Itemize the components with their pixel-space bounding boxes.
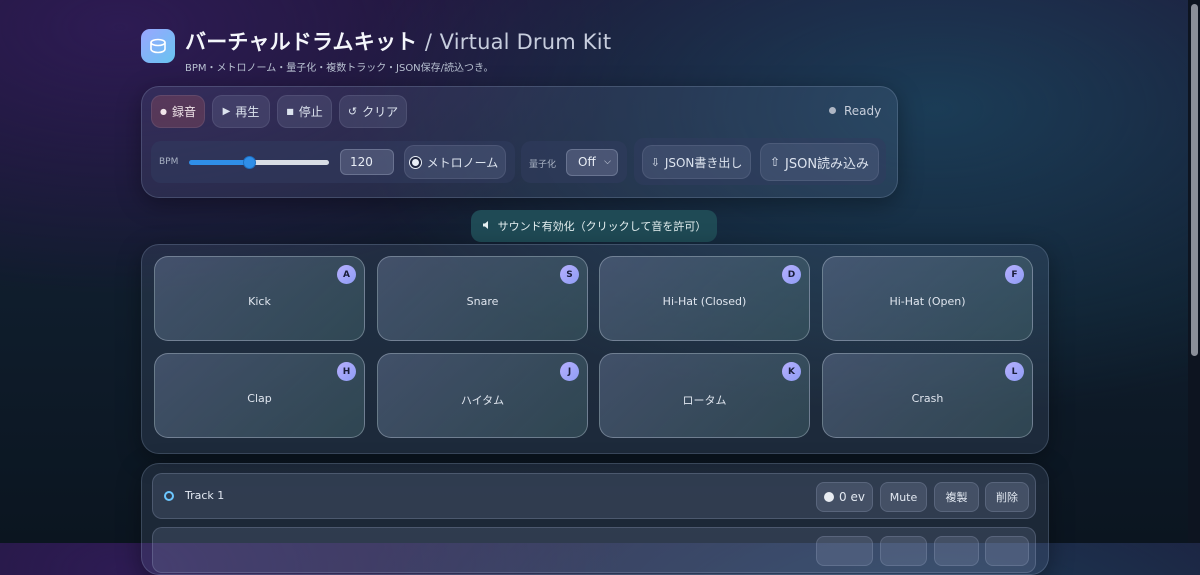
pad-key-badge: L <box>1005 362 1024 381</box>
undo-icon: ↺ <box>347 105 358 118</box>
track-delete-button[interactable] <box>985 536 1029 566</box>
import-json-label: JSON読み込み <box>785 156 870 172</box>
sound-enable-label: サウンド有効化（クリックして音を許可） <box>497 220 707 233</box>
pad-key-badge: S <box>560 265 579 284</box>
pad-label: Clap <box>247 392 272 405</box>
pad-key-badge: K <box>782 362 801 381</box>
track-delete-button[interactable]: 削除 <box>985 482 1029 512</box>
pad-label: Hi-Hat (Closed) <box>662 295 747 308</box>
duplicate-label: 複製 <box>945 491 968 504</box>
status-indicator: Ready <box>829 104 881 118</box>
track-row-partial[interactable] <box>152 527 1036 573</box>
record-dot-icon: ● <box>160 107 167 116</box>
track-mute-button[interactable] <box>880 536 927 566</box>
sound-enable-button[interactable]: サウンド有効化（クリックして音を許可） <box>471 210 717 242</box>
bpm-slider-handle[interactable] <box>243 156 256 169</box>
stop-button[interactable]: ■ 停止 <box>277 95 332 128</box>
record-dot-icon <box>824 492 835 502</box>
pad-kick[interactable]: Kick A <box>154 256 365 341</box>
pad-clap[interactable]: Clap H <box>154 353 365 438</box>
stop-icon: ■ <box>286 107 294 116</box>
track-event-count: 0 ev <box>839 490 865 504</box>
track-duplicate-button[interactable]: 複製 <box>934 482 979 512</box>
scrollbar-thumb[interactable] <box>1191 4 1198 356</box>
status-dot-icon <box>829 107 836 114</box>
page-subtitle: BPM・メトロノーム・量子化・複数トラック・JSON保存/読込つき。 <box>185 63 494 74</box>
track-mute-button[interactable]: Mute <box>880 482 927 512</box>
record-label: 録音 <box>171 105 196 119</box>
title-separator: / <box>424 30 433 54</box>
mute-label: Mute <box>889 490 918 504</box>
pad-hihat-open[interactable]: Hi-Hat (Open) F <box>822 256 1033 341</box>
status-text: Ready <box>844 104 882 118</box>
upload-icon: ⇧ <box>769 155 780 169</box>
pad-key-badge: A <box>337 265 356 284</box>
export-json-label: JSON書き出し <box>664 155 743 170</box>
title-ja: バーチャルドラムキット <box>185 30 418 54</box>
metronome-label: メトロノーム <box>426 155 499 170</box>
import-json-button[interactable]: ⇧ JSON読み込み <box>760 143 879 181</box>
play-button[interactable]: ▶ 再生 <box>212 95 270 128</box>
chevron-down-icon: ⌵ <box>604 157 611 167</box>
bpm-input[interactable]: 120 <box>340 149 394 175</box>
export-json-button[interactable]: ⇩ JSON書き出し <box>642 145 751 179</box>
metronome-toggle[interactable]: メトロノーム <box>404 145 506 179</box>
pad-high-tom[interactable]: ハイタム J <box>377 353 588 438</box>
pad-label: Kick <box>248 295 271 308</box>
play-icon: ▶ <box>222 106 231 117</box>
bpm-label: BPM <box>159 157 179 167</box>
pad-key-badge: J <box>560 362 579 381</box>
page-scrollbar[interactable] <box>1188 0 1200 543</box>
pad-label: Hi-Hat (Open) <box>889 295 966 308</box>
title-en: Virtual Drum Kit <box>439 30 612 54</box>
bpm-slider[interactable] <box>189 156 329 169</box>
track-name: Track 1 <box>185 489 225 502</box>
track-record-button[interactable]: 0 ev <box>816 482 873 512</box>
clear-label: クリア <box>362 105 399 119</box>
track-row[interactable]: Track 1 0 ev Mute 複製 削除 <box>152 473 1036 519</box>
play-label: 再生 <box>235 105 260 119</box>
track-record-button[interactable] <box>816 536 873 566</box>
pad-label: ハイタム <box>460 394 505 407</box>
pad-label: Snare <box>466 295 499 308</box>
pad-key-badge: D <box>782 265 801 284</box>
quantize-select[interactable]: Off ⌵ <box>566 149 618 176</box>
pad-snare[interactable]: Snare S <box>377 256 588 341</box>
pad-low-tom[interactable]: ロータム K <box>599 353 810 438</box>
quantize-value: Off <box>578 155 596 169</box>
download-icon: ⇩ <box>650 155 660 169</box>
delete-label: 削除 <box>996 491 1018 504</box>
pad-label: Crash <box>911 392 944 405</box>
radio-icon <box>411 158 419 166</box>
speaker-icon <box>482 220 492 233</box>
page-title: バーチャルドラムキット / Virtual Drum Kit <box>185 26 611 56</box>
quantize-label: 量子化 <box>529 160 557 170</box>
pad-key-badge: F <box>1005 265 1024 284</box>
track-select-radio[interactable] <box>164 491 174 501</box>
pad-hihat-closed[interactable]: Hi-Hat (Closed) D <box>599 256 810 341</box>
record-button[interactable]: ● 録音 <box>151 95 205 128</box>
pad-key-badge: H <box>337 362 356 381</box>
pad-label: ロータム <box>682 394 727 407</box>
pad-crash[interactable]: Crash L <box>822 353 1033 438</box>
drum-icon <box>141 29 175 63</box>
track-duplicate-button[interactable] <box>934 536 979 566</box>
stop-label: 停止 <box>298 105 323 119</box>
clear-button[interactable]: ↺ クリア <box>339 95 407 128</box>
